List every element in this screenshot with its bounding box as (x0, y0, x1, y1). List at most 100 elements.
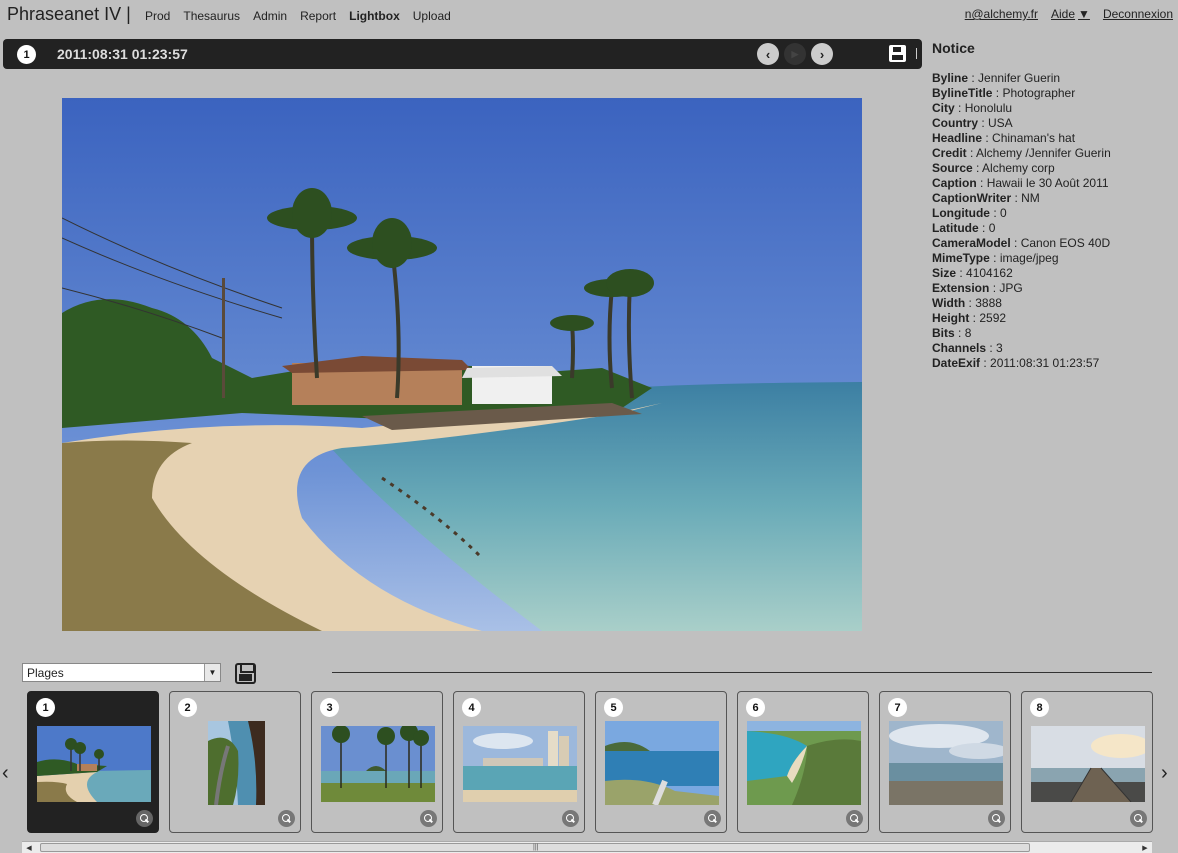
thumbnail-5[interactable]: 5 (595, 691, 727, 833)
notice-row: Longitude : 0 (932, 206, 1007, 220)
notice-key: Longitude (932, 206, 990, 220)
thumbnail-image (1031, 726, 1145, 802)
main-nav: Prod Thesaurus Admin Report Lightbox Upl… (145, 9, 451, 23)
help-label: Aide (1051, 7, 1076, 21)
user-nav: n@alchemy.fr Aide ▼ Deconnexion (965, 7, 1173, 21)
notice-key: BylineTitle (932, 86, 993, 100)
play-button[interactable]: ▶ (784, 43, 806, 65)
scroll-right-arrow-icon[interactable]: ▶ (1138, 842, 1152, 853)
grip-icon: ||| (533, 844, 539, 851)
thumbnail-6[interactable]: 6 (737, 691, 869, 833)
notice-value: 0 (988, 221, 996, 235)
notice-row: City : Honolulu (932, 101, 1013, 115)
viewer-bar: 1 2011:08:31 01:23:57 ‹ ▶ › (3, 39, 922, 69)
notice-value: 2011:08:31 01:23:57 (990, 356, 1100, 370)
notice-key: Byline (932, 71, 969, 85)
horizontal-scrollbar[interactable]: ◀ ||| ▶ (22, 841, 1152, 853)
scroll-left-icon[interactable]: ‹ (2, 762, 9, 785)
notice-value: Honolulu (964, 101, 1013, 115)
thumbnail-image (37, 726, 151, 802)
notice-row: Headline : Chinaman's hat (932, 131, 1076, 145)
thumbnail-image (321, 726, 435, 802)
thumbnail-index: 1 (36, 698, 55, 717)
scroll-left-arrow-icon[interactable]: ◀ (22, 842, 36, 853)
nav-thesaurus[interactable]: Thesaurus (183, 9, 240, 23)
dropdown-arrow-icon[interactable]: ▼ (204, 664, 220, 681)
nav-prod[interactable]: Prod (145, 9, 170, 23)
thumbnail-index: 8 (1030, 698, 1049, 717)
prev-button[interactable]: ‹ (757, 43, 779, 65)
zoom-icon[interactable] (278, 810, 295, 827)
save-icon[interactable] (889, 45, 906, 62)
notice-row: Bits : 8 (932, 326, 972, 340)
app-brand: Phraseanet IV | (7, 4, 131, 24)
nav-lightbox[interactable]: Lightbox (349, 9, 400, 23)
thumbnail-1[interactable]: 1 (27, 691, 159, 833)
thumbnail-8[interactable]: 8 (1021, 691, 1153, 833)
notice-value: 0 (1000, 206, 1007, 220)
notice-value: 4104162 (966, 266, 1013, 280)
next-button[interactable]: › (811, 43, 833, 65)
notice-panel: Notice Byline : Jennifer Guerin BylineTi… (932, 40, 1172, 371)
thumbnail-index: 2 (178, 698, 197, 717)
basket-selected-value: Plages (27, 666, 64, 680)
thumbnail-7[interactable]: 7 (879, 691, 1011, 833)
notice-row: Source : Alchemy corp (932, 161, 1055, 175)
save-basket-icon[interactable] (235, 663, 256, 684)
scroll-right-icon[interactable]: › (1161, 762, 1168, 785)
notice-value: Chinaman's hat (992, 131, 1076, 145)
thumbnail-4[interactable]: 4 (453, 691, 585, 833)
caret-down-icon: ▼ (1078, 7, 1090, 21)
scrollbar-thumb[interactable]: ||| (40, 843, 1030, 852)
zoom-icon[interactable] (1130, 810, 1147, 827)
basket-select[interactable]: Plages ▼ (22, 663, 221, 682)
divider-line (332, 672, 1152, 673)
help-menu[interactable]: Aide ▼ (1051, 7, 1090, 21)
notice-key: CaptionWriter (932, 191, 1012, 205)
zoom-icon[interactable] (136, 810, 153, 827)
notice-key: Size (932, 266, 957, 280)
logout-link[interactable]: Deconnexion (1103, 7, 1173, 21)
notice-key: City (932, 101, 955, 115)
thumbnail-index: 5 (604, 698, 623, 717)
notice-key: DateExif (932, 356, 981, 370)
notice-value: Alchemy corp (982, 161, 1055, 175)
thumbnail-2[interactable]: 2 (169, 691, 301, 833)
notice-row: DateExif : 2011:08:31 01:23:57 (932, 356, 1100, 370)
nav-admin[interactable]: Admin (253, 9, 287, 23)
notice-row: Byline : Jennifer Guerin (932, 71, 1061, 85)
zoom-icon[interactable] (988, 810, 1005, 827)
zoom-icon[interactable] (704, 810, 721, 827)
notice-value: image/jpeg (999, 251, 1059, 265)
notice-value: Hawaii le 30 Août 2011 (986, 176, 1109, 190)
notice-key: MimeType (932, 251, 990, 265)
user-email-link[interactable]: n@alchemy.fr (965, 7, 1038, 21)
notice-value: Alchemy /Jennifer Guerin (976, 146, 1111, 160)
notice-value: 8 (964, 326, 972, 340)
notice-value: NM (1021, 191, 1040, 205)
notice-value: USA (988, 116, 1013, 130)
main-photo[interactable] (62, 98, 862, 631)
thumbnail-image (747, 721, 861, 805)
zoom-icon[interactable] (420, 810, 437, 827)
beach-photo (62, 98, 862, 631)
notice-value: Canon EOS 40D (1020, 236, 1111, 250)
thumbnail-3[interactable]: 3 (311, 691, 443, 833)
nav-report[interactable]: Report (300, 9, 336, 23)
notice-key: Extension (932, 281, 990, 295)
notice-row: Latitude : 0 (932, 221, 996, 235)
notice-row: CameraModel : Canon EOS 40D (932, 236, 1111, 250)
notice-value: 3888 (975, 296, 1002, 310)
chevron-left-icon: ‹ (765, 46, 771, 62)
notice-heading: Notice (932, 40, 975, 56)
notice-row: Caption : Hawaii le 30 Août 2011 (932, 176, 1109, 190)
nav-upload[interactable]: Upload (413, 9, 451, 23)
notice-key: CameraModel (932, 236, 1011, 250)
zoom-icon[interactable] (846, 810, 863, 827)
viewer-index-badge: 1 (17, 45, 36, 64)
zoom-icon[interactable] (562, 810, 579, 827)
thumbnail-image (208, 721, 265, 805)
top-navigation: Phraseanet IV | Prod Thesaurus Admin Rep… (0, 0, 1178, 30)
notice-key: Channels (932, 341, 987, 355)
play-icon: ▶ (791, 48, 799, 59)
